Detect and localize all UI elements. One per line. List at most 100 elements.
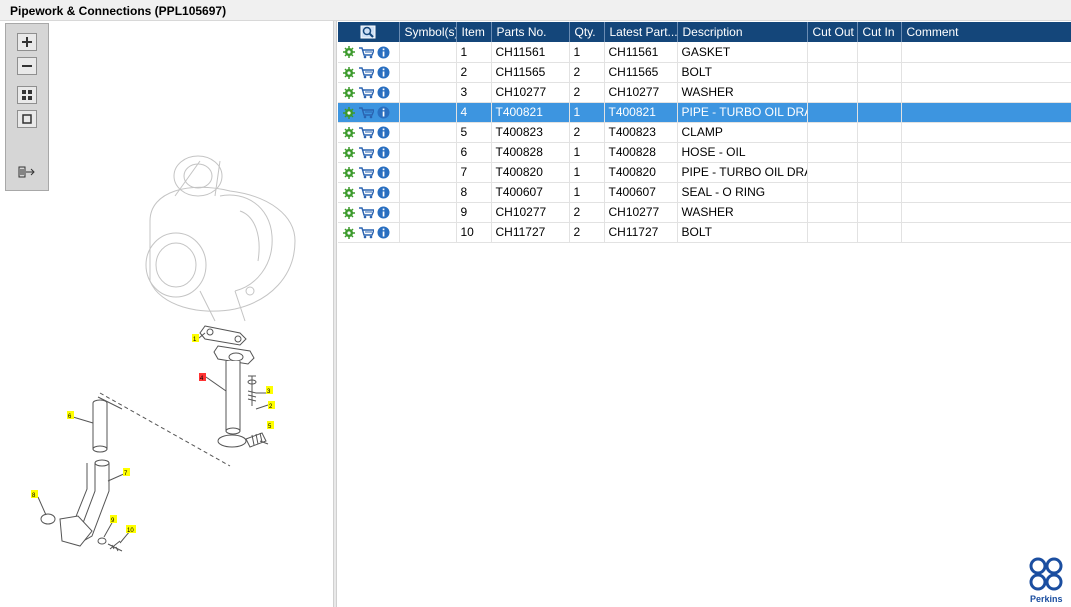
cell-qty: 1 [569, 182, 605, 203]
gear-icon[interactable] [343, 186, 355, 199]
table-row[interactable]: 1 CH11561 1 CH11561 GASKET [338, 42, 1071, 63]
cell-qty: 2 [569, 82, 605, 103]
diagram-pane[interactable]: 1 2 3 4 5 6 7 8 9 10 [0, 21, 333, 607]
cart-icon[interactable] [358, 106, 374, 119]
cell-symbols [399, 202, 457, 223]
column-header-item[interactable]: Item [456, 22, 492, 42]
cell-parts-no: CH10277 [491, 82, 570, 103]
cell-symbols [399, 162, 457, 183]
cell-cut-in [857, 82, 902, 103]
gear-icon[interactable] [343, 226, 355, 239]
column-header-qty[interactable]: Qty. [569, 22, 605, 42]
info-icon[interactable] [377, 206, 390, 219]
cell-latest-part: CH10277 [604, 202, 678, 223]
gear-icon[interactable] [343, 206, 355, 219]
cell-cut-in [857, 142, 902, 163]
cart-icon[interactable] [358, 226, 374, 239]
cell-item: 1 [456, 42, 492, 63]
cell-latest-part: CH11727 [604, 222, 678, 243]
cell-cut-out [807, 202, 858, 223]
cart-icon[interactable] [358, 206, 374, 219]
info-icon[interactable] [377, 146, 390, 159]
cell-parts-no: T400607 [491, 182, 570, 203]
gear-icon[interactable] [343, 166, 355, 179]
info-icon[interactable] [377, 166, 390, 179]
gear-icon[interactable] [343, 66, 355, 79]
info-icon[interactable] [377, 126, 390, 139]
column-header-latest-part[interactable]: Latest Part... [604, 22, 678, 42]
cart-icon[interactable] [358, 66, 374, 79]
table-row[interactable]: 7T4008201T400820PIPE - TURBO OIL DRAIN [338, 162, 1071, 183]
cell-latest-part: CH10277 [604, 82, 678, 103]
info-icon[interactable] [377, 66, 390, 79]
cell-latest-part: T400828 [604, 142, 678, 163]
table-row[interactable]: 10 CH11727 2 CH11727 BOLT [338, 222, 1071, 243]
cell-cut-in [857, 202, 902, 223]
pipe-lower-part [59, 459, 110, 547]
cell-description: WASHER [677, 202, 808, 223]
cell-item: 4 [456, 102, 492, 123]
table-row[interactable]: 5 T400823 2 T400823 CLAMP [338, 122, 1071, 143]
cell-cut-out [807, 122, 858, 143]
info-icon[interactable] [377, 186, 390, 199]
cell-description: CLAMP [677, 122, 808, 143]
cell-latest-part: T400607 [604, 182, 678, 203]
row-actions [338, 62, 400, 83]
column-header-description[interactable]: Description [677, 22, 808, 42]
row-actions [338, 42, 400, 63]
cell-cut-out [807, 222, 858, 243]
gear-icon[interactable] [343, 86, 355, 99]
cart-icon[interactable] [358, 186, 374, 199]
info-icon[interactable] [377, 86, 390, 99]
table-row[interactable]: 3 CH10277 2 CH10277 WASHER [338, 82, 1071, 103]
gear-icon[interactable] [343, 126, 355, 139]
gear-icon[interactable] [343, 46, 355, 59]
cell-cut-in [857, 162, 902, 183]
cell-qty: 1 [569, 42, 605, 63]
column-header-symbols[interactable]: Symbol(s) [399, 22, 457, 42]
cell-item: 10 [456, 222, 492, 243]
column-header-cut-out[interactable]: Cut Out [807, 22, 858, 42]
cart-icon[interactable] [358, 146, 374, 159]
gear-icon[interactable] [343, 146, 355, 159]
cell-parts-no: CH11561 [491, 42, 570, 63]
cart-icon[interactable] [358, 126, 374, 139]
info-icon[interactable] [377, 106, 390, 119]
cell-qty: 2 [569, 122, 605, 143]
cell-cut-in [857, 122, 902, 143]
column-header-cut-in[interactable]: Cut In [857, 22, 902, 42]
table-row[interactable]: 9 CH10277 2 CH10277 WASHER [338, 202, 1071, 223]
seal-o-ring-part [40, 513, 56, 525]
cart-icon[interactable] [358, 86, 374, 99]
cell-parts-no: CH10277 [491, 202, 570, 223]
parts-list-pane: Symbol(s) Item Parts No. Qty. Latest Par… [337, 21, 1071, 607]
info-icon[interactable] [377, 46, 390, 59]
cell-cut-out [807, 182, 858, 203]
cart-icon[interactable] [358, 46, 374, 59]
cell-item: 2 [456, 62, 492, 83]
cell-parts-no: T400821 [491, 102, 570, 123]
cell-symbols [399, 222, 457, 243]
cell-item: 7 [456, 162, 492, 183]
cart-icon[interactable] [358, 166, 374, 179]
cell-comment [901, 142, 1071, 163]
table-row[interactable]: 6 T400828 1 T400828 HOSE - OIL [338, 142, 1071, 163]
cell-description: HOSE - OIL [677, 142, 808, 163]
info-icon[interactable] [377, 226, 390, 239]
row-actions [338, 82, 400, 103]
select-all-header[interactable] [338, 22, 400, 42]
table-row[interactable]: 8 T400607 1 T400607 SEAL - O RING [338, 182, 1071, 203]
column-header-comment[interactable]: Comment [901, 22, 1071, 42]
cell-parts-no: CH11565 [491, 62, 570, 83]
cell-cut-out [807, 162, 858, 183]
column-header-parts-no[interactable]: Parts No. [491, 22, 570, 42]
cell-cut-out [807, 142, 858, 163]
table-row[interactable]: 4T4008211T400821PIPE - TURBO OIL DRAIN [338, 102, 1071, 123]
cell-item: 5 [456, 122, 492, 143]
cell-cut-in [857, 102, 902, 123]
cell-description: BOLT [677, 62, 808, 83]
gear-icon[interactable] [343, 106, 355, 119]
cell-comment [901, 222, 1071, 243]
table-row[interactable]: 2 CH11565 2 CH11565 BOLT [338, 62, 1071, 83]
cell-item: 9 [456, 202, 492, 223]
